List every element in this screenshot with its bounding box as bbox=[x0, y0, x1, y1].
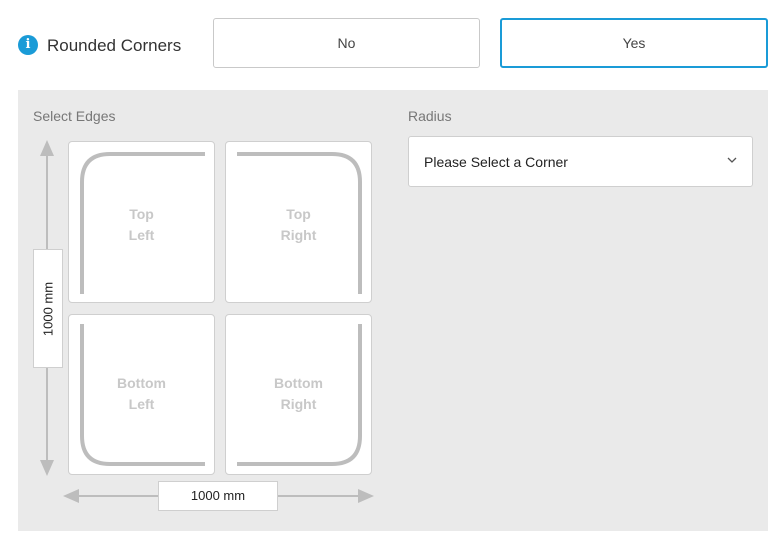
corner-top-right[interactable]: Top Right bbox=[225, 141, 372, 303]
corner-bottom-right[interactable]: Bottom Right bbox=[225, 314, 372, 475]
corner-label: Bottom bbox=[274, 375, 323, 391]
width-dimension-box: 1000 mm bbox=[158, 481, 278, 511]
corner-label: Bottom bbox=[117, 375, 166, 391]
rounded-corners-label: Rounded Corners bbox=[47, 36, 182, 55]
corner-label: Left bbox=[128, 396, 155, 412]
corner-label: Right bbox=[280, 227, 317, 243]
radius-select-value: Please Select a Corner bbox=[424, 154, 568, 170]
corner-options-panel: Select Edges Radius Please Select a Corn… bbox=[18, 90, 768, 531]
corner-label: Right bbox=[280, 396, 317, 412]
height-dimension-value: 1000 mm bbox=[40, 281, 56, 336]
no-button[interactable]: No bbox=[213, 18, 480, 68]
height-dimension-box: 1000 mm bbox=[33, 249, 63, 368]
corner-label: Top bbox=[286, 206, 311, 222]
corner-bottom-left[interactable]: Bottom Left bbox=[68, 314, 215, 475]
corner-label: Left bbox=[128, 227, 155, 243]
rounded-corners-row: i Rounded Corners No Yes bbox=[0, 0, 784, 90]
info-icon[interactable]: i bbox=[18, 35, 38, 55]
yes-button[interactable]: Yes bbox=[500, 18, 768, 68]
radius-select[interactable]: Please Select a Corner bbox=[408, 136, 753, 187]
chevron-down-icon bbox=[727, 157, 737, 163]
corner-top-left[interactable]: Top Left bbox=[68, 141, 215, 303]
corner-label: Top bbox=[129, 206, 154, 222]
